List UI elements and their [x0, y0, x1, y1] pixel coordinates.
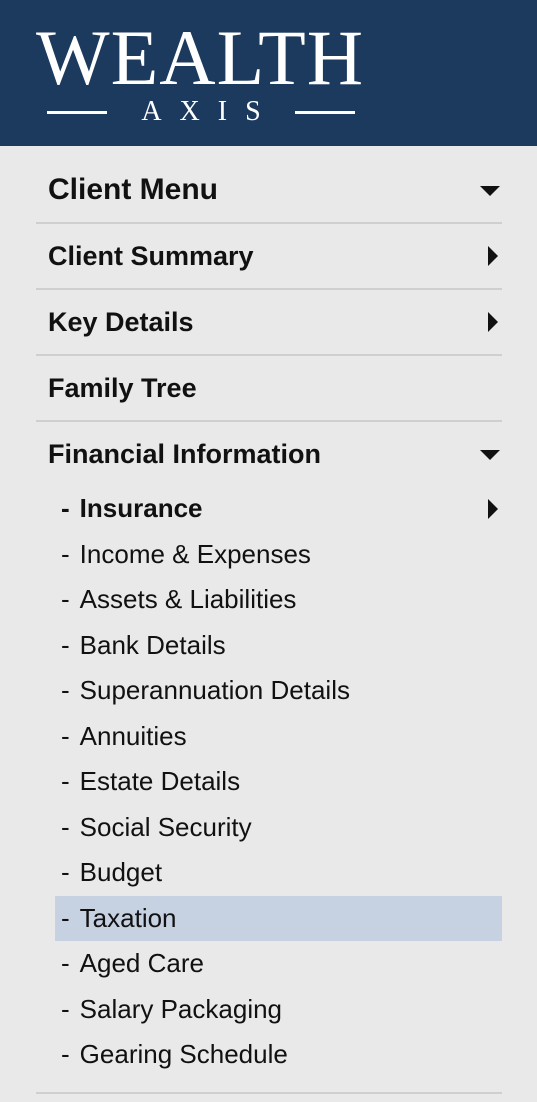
submenu-item-label: Assets & Liabilities	[79, 584, 297, 615]
submenu-item-label: Superannuation Details	[79, 675, 350, 706]
menu-item-label: Client Summary	[48, 240, 254, 271]
submenu-item-annuities[interactable]: - Annuities	[55, 714, 502, 760]
financial-information-submenu: - Insurance - Income & Expenses - Assets…	[36, 486, 502, 1094]
logo-divider-right	[295, 110, 355, 114]
caret-right-icon	[488, 498, 498, 519]
submenu-item-bank-details[interactable]: - Bank Details	[55, 623, 502, 669]
dash-marker: -	[61, 902, 70, 933]
caret-down-icon	[480, 186, 500, 196]
logo-subtitle: AXIS	[47, 96, 355, 128]
logo-divider-left	[47, 110, 107, 114]
submenu-item-income-expenses[interactable]: - Income & Expenses	[55, 532, 502, 578]
dash-marker: -	[61, 811, 70, 842]
menu-item-client-summary[interactable]: Client Summary	[36, 224, 502, 290]
submenu-item-aged-care[interactable]: - Aged Care	[55, 941, 502, 987]
dash-marker: -	[61, 857, 70, 888]
submenu-item-label: Aged Care	[79, 948, 204, 979]
submenu-item-label: Taxation	[79, 902, 177, 933]
client-menu: Client Menu Client Summary Key Details F…	[36, 158, 502, 1094]
submenu-item-insurance[interactable]: - Insurance	[55, 486, 502, 532]
submenu-item-label: Gearing Schedule	[79, 1039, 288, 1070]
menu-item-financial-information[interactable]: Financial Information	[36, 422, 502, 486]
submenu-item-social-security[interactable]: - Social Security	[55, 805, 502, 851]
menu-item-label: Key Details	[48, 306, 194, 337]
dash-marker: -	[61, 538, 70, 569]
caret-right-icon	[488, 246, 498, 266]
dash-marker: -	[61, 993, 70, 1024]
dash-marker: -	[61, 1039, 70, 1070]
submenu-item-label: Bank Details	[79, 629, 226, 660]
submenu-item-label: Income & Expenses	[79, 538, 311, 569]
menu-item-family-tree[interactable]: Family Tree	[36, 356, 502, 422]
submenu-item-label: Budget	[79, 857, 163, 888]
menu-item-label: Financial Information	[48, 438, 322, 469]
logo-wordmark: WEALTH	[36, 14, 365, 101]
client-menu-header[interactable]: Client Menu	[36, 158, 502, 224]
dash-marker: -	[61, 493, 70, 524]
caret-right-icon	[488, 312, 498, 332]
submenu-item-budget[interactable]: - Budget	[55, 850, 502, 896]
submenu-item-label: Social Security	[79, 811, 252, 842]
dash-marker: -	[61, 629, 70, 660]
dash-marker: -	[61, 766, 70, 797]
menu-item-label: Family Tree	[48, 372, 197, 403]
submenu-item-label: Annuities	[79, 720, 187, 751]
dash-marker: -	[61, 948, 70, 979]
submenu-item-superannuation-details[interactable]: - Superannuation Details	[55, 668, 502, 714]
submenu-item-label: Estate Details	[79, 766, 241, 797]
submenu-item-gearing-schedule[interactable]: - Gearing Schedule	[55, 1032, 502, 1078]
submenu-item-label: Salary Packaging	[79, 993, 283, 1024]
submenu-item-label: Insurance	[79, 493, 203, 524]
client-menu-title: Client Menu	[48, 173, 218, 206]
dash-marker: -	[61, 584, 70, 615]
submenu-item-estate-details[interactable]: - Estate Details	[55, 759, 502, 805]
dash-marker: -	[61, 675, 70, 706]
submenu-item-taxation[interactable]: - Taxation	[55, 895, 502, 941]
dash-marker: -	[61, 720, 70, 751]
submenu-item-salary-packaging[interactable]: - Salary Packaging	[55, 987, 502, 1033]
submenu-item-assets-liabilities[interactable]: - Assets & Liabilities	[55, 577, 502, 623]
logo-banner: WEALTH AXIS	[0, 0, 537, 146]
menu-item-key-details[interactable]: Key Details	[36, 290, 502, 356]
logo-subtext: AXIS	[141, 96, 279, 127]
caret-down-icon	[480, 450, 500, 460]
